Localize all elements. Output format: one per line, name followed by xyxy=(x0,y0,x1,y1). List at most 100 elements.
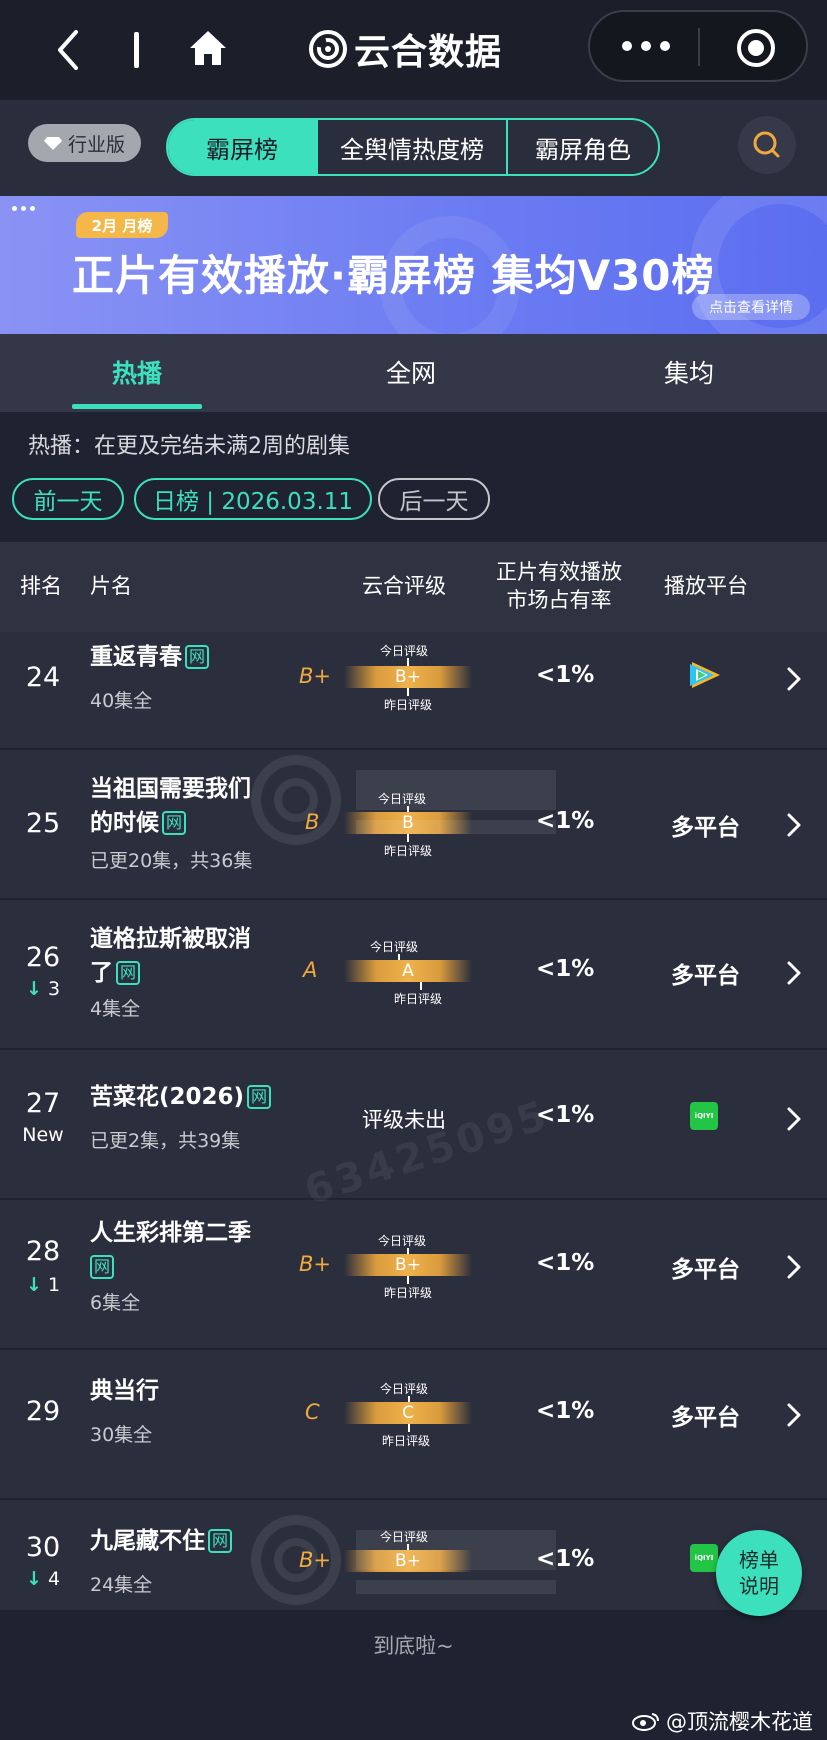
today-rating-label: 今日评级 xyxy=(378,1234,427,1248)
rating-grade: B+ xyxy=(299,1548,332,1572)
table-row[interactable]: 25 当祖国需要我们 的时候网 已更20集，共36集 B 今日评级 B 昨日评级 … xyxy=(0,750,827,898)
arrow-down-icon: ↓ xyxy=(25,1568,42,1590)
top-bar: 云合数据 xyxy=(0,0,827,100)
market-share: <1% xyxy=(536,808,595,834)
rank-number: 24 xyxy=(25,662,61,693)
show-title: 人生彩排第二季网 xyxy=(90,1216,251,1284)
app-brand: 云合数据 xyxy=(308,24,502,74)
web-series-badge: 网 xyxy=(162,811,187,835)
web-series-badge: 网 xyxy=(90,1255,115,1279)
today-rating-label: 今日评级 xyxy=(380,644,429,658)
col-platform: 播放平台 xyxy=(664,574,748,598)
back-arrow-icon[interactable] xyxy=(52,28,84,72)
yesterday-marker xyxy=(420,982,422,990)
rank-number: 29 xyxy=(25,1396,61,1427)
diamond-icon xyxy=(43,137,62,150)
ranking-explanation-button[interactable]: 榜单 说明 xyxy=(716,1530,802,1616)
rank-change: ↓ 3 xyxy=(25,978,61,1000)
platform-text: 多平台 xyxy=(671,1257,740,1283)
segment-quanyuqing[interactable]: 全舆情热度榜 xyxy=(316,120,506,174)
ranking-header: 行业版 霸屏榜 全舆情热度榜 霸屏角色 xyxy=(0,100,827,196)
app-title: 云合数据 xyxy=(354,32,503,73)
yesterday-marker xyxy=(407,688,409,696)
yesterday-rating-label: 昨日评级 xyxy=(382,1434,431,1448)
rating-grade: B+ xyxy=(299,664,332,688)
table-row[interactable]: 26 ↓ 3 道格拉斯被取消了网 4集全 A 今日评级 A 昨日评级 <1% 多… xyxy=(0,900,827,1048)
col-share-line1: 正片有效播放 xyxy=(496,560,622,584)
weibo-watermark: @顶流樱木花道 xyxy=(632,1706,813,1736)
episode-info: 已更20集，共36集 xyxy=(90,850,253,872)
chevron-right-icon[interactable] xyxy=(786,666,802,692)
table-row[interactable]: 30 ↓ 4 九尾藏不住网 24集全 B+ 今日评级 B+ <1% iQIYI xyxy=(0,1500,827,1610)
chevron-right-icon[interactable] xyxy=(786,960,802,986)
web-series-badge: 网 xyxy=(185,645,210,669)
show-title: 苦菜花(2026) 网 xyxy=(90,1080,272,1114)
rating-bar: B+ xyxy=(344,1254,472,1276)
tab-quanwang[interactable]: 全网 xyxy=(386,354,436,390)
table-row[interactable]: 24 重返青春网 40集全 B+ 今日评级 B+ 昨日评级 <1% xyxy=(0,632,827,748)
rank-change: ↓ 4 xyxy=(25,1568,61,1590)
yunhe-logo-icon xyxy=(309,30,347,68)
rating-bar: B+ xyxy=(344,1550,472,1572)
market-share: <1% xyxy=(536,1398,595,1424)
show-title: 典当行 xyxy=(90,1378,159,1404)
search-icon xyxy=(753,131,780,158)
table-row[interactable]: 29 典当行 30集全 C 今日评级 C 昨日评级 <1% 多平台 xyxy=(0,1350,827,1498)
show-title: 九尾藏不住网 xyxy=(90,1524,233,1558)
monthly-banner[interactable]: 2月 月榜 正片有效播放·霸屏榜 集均V30榜 点击查看详情 xyxy=(0,196,827,334)
today-rating-label: 今日评级 xyxy=(378,792,427,806)
rank-number: 28 xyxy=(25,1236,61,1267)
yesterday-marker xyxy=(408,1424,410,1432)
arrow-down-icon: ↓ xyxy=(25,978,42,1000)
banner-title: 正片有效播放·霸屏榜 集均V30榜 xyxy=(72,251,715,300)
episode-info: 6集全 xyxy=(90,1292,141,1314)
iqiyi-icon: iQIYI xyxy=(690,1544,718,1572)
show-title: 当祖国需要我们 的时候网 xyxy=(90,776,251,836)
yesterday-rating-label: 昨日评级 xyxy=(394,992,443,1006)
month-tag: 2月 月榜 xyxy=(76,212,168,238)
tab-rebo[interactable]: 热播 xyxy=(112,354,162,390)
segment-bapingbang[interactable]: 霸屏榜 xyxy=(168,120,316,174)
industry-label: 行业版 xyxy=(67,133,125,156)
rating-grade: A xyxy=(303,958,318,982)
tab-jijun[interactable]: 集均 xyxy=(664,354,714,390)
view-detail-link[interactable]: 点击查看详情 xyxy=(692,294,810,320)
iqiyi-icon: iQIYI xyxy=(690,1102,718,1130)
rating-grade: C xyxy=(305,1400,320,1424)
rating-grade: B xyxy=(305,810,320,834)
current-date-selector[interactable]: 日榜 | 2026.03.11 xyxy=(134,478,372,520)
show-title: 重返青春网 xyxy=(90,640,210,674)
col-rating: 云合评级 xyxy=(362,574,446,598)
yesterday-rating-label: 昨日评级 xyxy=(384,698,433,712)
segment-bapingjuese[interactable]: 霸屏角色 xyxy=(506,120,658,174)
more-dots-icon[interactable] xyxy=(622,36,672,56)
table-row[interactable]: 28 ↓ 1 人生彩排第二季网 6集全 B+ 今日评级 B+ 昨日评级 <1% … xyxy=(0,1200,827,1348)
search-button[interactable] xyxy=(738,116,796,174)
yesterday-marker xyxy=(407,1276,409,1284)
next-day-button[interactable]: 后一天 xyxy=(378,478,490,520)
prev-day-button[interactable]: 前一天 xyxy=(12,478,124,520)
chevron-right-icon[interactable] xyxy=(786,812,802,838)
end-of-list: 到底啦~ xyxy=(373,1634,454,1658)
market-share: <1% xyxy=(536,1546,595,1572)
col-rank: 排名 xyxy=(20,574,62,598)
chevron-right-icon[interactable] xyxy=(786,1254,802,1280)
web-series-badge: 网 xyxy=(116,961,141,985)
chevron-right-icon[interactable] xyxy=(786,1402,802,1428)
platform-text: 多平台 xyxy=(671,1405,740,1431)
industry-edition-badge[interactable]: 行业版 xyxy=(28,124,141,162)
yesterday-marker xyxy=(407,834,409,842)
rank-change: ↓ 1 xyxy=(25,1274,61,1296)
episode-info: 30集全 xyxy=(90,1424,153,1446)
new-entry-badge: New xyxy=(22,1124,64,1146)
rank-number: 26 xyxy=(25,942,61,973)
col-share: 正片有效播放 市场占有率 xyxy=(494,558,624,614)
home-icon[interactable] xyxy=(186,26,230,70)
table-header: 排名 片名 云合评级 正片有效播放 市场占有率 播放平台 xyxy=(0,542,827,632)
target-icon[interactable] xyxy=(734,26,778,70)
yesterday-rating-label: 昨日评级 xyxy=(384,1286,433,1300)
episode-info: 4集全 xyxy=(90,998,141,1020)
rating-bar: A xyxy=(344,960,472,982)
chevron-right-icon[interactable] xyxy=(786,1106,802,1132)
rating-bar: B xyxy=(344,812,472,834)
